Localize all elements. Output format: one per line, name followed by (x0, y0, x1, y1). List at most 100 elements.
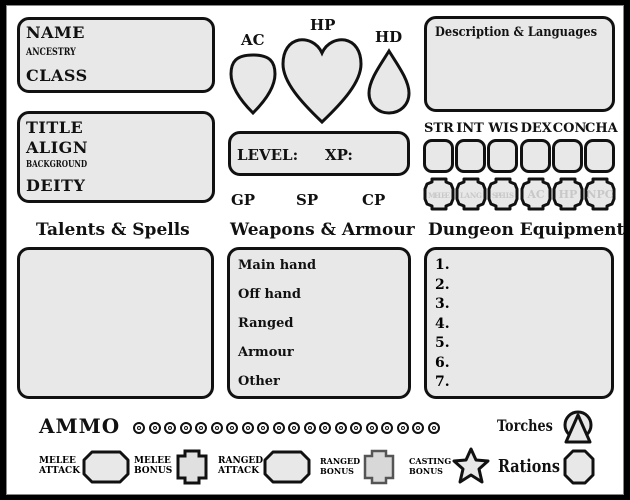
stat-score-dex[interactable] (519, 139, 551, 173)
stat-modifier-con[interactable]: HP (552, 177, 584, 211)
stat-score-str[interactable] (423, 139, 454, 173)
deity-label: DEITY (26, 176, 86, 195)
level-xp-box[interactable]: LEVEL: XP: (228, 131, 410, 176)
equipment-slot[interactable]: 1. (435, 256, 450, 276)
weapon-slot-main-hand[interactable]: Main hand (238, 258, 316, 273)
stat-modifier-hint: MELEE (428, 191, 450, 200)
stat-label-con: CON (552, 121, 587, 136)
equipment-title: Dungeon Equipment (428, 220, 625, 240)
stat-modifier-hint: HP (558, 188, 577, 201)
stat-modifier-str[interactable]: MELEE (423, 177, 455, 211)
background-label: BACKGROUND (26, 160, 88, 170)
ancestry-label: ANCESTRY (26, 47, 76, 58)
stat-modifier-hint: NPC (586, 188, 613, 201)
equipment-slot[interactable]: 4. (435, 315, 450, 335)
melee-attack-field[interactable] (82, 450, 130, 484)
ammo-circle[interactable] (179, 422, 192, 434)
ammo-circle[interactable] (288, 422, 300, 434)
ammo-circle[interactable] (195, 422, 207, 434)
hp-label: HP (310, 16, 336, 34)
ammo-circle[interactable] (350, 422, 362, 434)
stat-label-wis: WIS (488, 121, 519, 136)
ranged-bonus-label: RANGED BONUS (320, 456, 361, 476)
ranged-attack-label: RANGED ATTACK (218, 456, 264, 476)
name-label: NAME (26, 23, 85, 42)
weapon-slot-other[interactable]: Other (238, 374, 280, 389)
stat-modifier-hint: LANG (460, 191, 482, 200)
ammo-circle[interactable] (133, 422, 145, 434)
hp-heart-field[interactable] (281, 37, 363, 125)
melee-attack-label: MELEE ATTACK (39, 456, 81, 476)
stat-modifier-wis[interactable]: SPELLS (487, 177, 519, 211)
sp-label[interactable]: SP (296, 191, 318, 209)
ammo-circle[interactable] (319, 422, 331, 434)
talents-box[interactable] (17, 247, 214, 399)
ammo-circle[interactable] (334, 422, 347, 434)
stat-modifier-hint: AC (526, 188, 545, 201)
ammo-circle[interactable] (164, 422, 176, 434)
ammo-circle[interactable] (412, 422, 424, 434)
casting-bonus-star-field[interactable] (451, 446, 491, 486)
ammo-circle[interactable] (148, 422, 161, 434)
equipment-box[interactable]: 1. 2. 3. 4. 5. 6. 7. (424, 247, 614, 399)
ammo-circle[interactable] (210, 422, 223, 434)
ammo-circle[interactable] (396, 422, 409, 434)
equipment-slot[interactable]: 5. (435, 334, 450, 354)
weapon-slot-ranged[interactable]: Ranged (238, 316, 293, 331)
stat-modifier-cha[interactable]: NPC (584, 177, 616, 211)
equipment-slot[interactable]: 6. (435, 354, 450, 374)
talents-title: Talents & Spells (36, 220, 190, 240)
hd-drop-field[interactable] (366, 48, 412, 116)
ranged-attack-field[interactable] (263, 450, 311, 484)
ac-label: AC (241, 31, 265, 49)
weapons-title: Weapons & Armour (230, 220, 415, 240)
align-label: ALIGN (26, 138, 88, 157)
class-label: CLASS (26, 66, 88, 85)
ranged-bonus-field[interactable] (363, 449, 395, 485)
torches-label: Torches (497, 416, 553, 435)
gp-label[interactable]: GP (231, 191, 255, 209)
melee-bonus-field[interactable] (176, 449, 208, 485)
stat-modifier-hint: SPELLS (492, 191, 514, 200)
weapon-slot-armour[interactable]: Armour (238, 345, 294, 360)
ammo-label: AMMO (39, 414, 121, 438)
stat-label-str: STR (424, 121, 454, 136)
weapons-box[interactable]: Main hand Off hand Ranged Armour Other (227, 247, 411, 399)
stat-score-wis[interactable] (487, 139, 519, 173)
ammo-circle[interactable] (257, 422, 269, 434)
stat-modifier-dex[interactable]: AC (520, 177, 552, 211)
weapon-slot-off-hand[interactable]: Off hand (238, 287, 301, 302)
ammo-circle[interactable] (365, 422, 378, 434)
stat-modifier-int[interactable]: LANG (455, 177, 487, 211)
stat-score-con[interactable] (551, 139, 583, 173)
ammo-tracker (133, 419, 443, 438)
ac-shield-field[interactable] (228, 52, 278, 116)
stat-label-cha: CHA (585, 121, 618, 136)
torch-icon[interactable] (561, 409, 595, 445)
level-label: LEVEL: (237, 146, 299, 164)
melee-bonus-label: MELEE BONUS (134, 456, 173, 476)
description-title: Description & Languages (435, 25, 598, 40)
ammo-circle[interactable] (241, 422, 254, 434)
cp-label[interactable]: CP (362, 191, 385, 209)
ammo-circle[interactable] (381, 422, 393, 434)
stat-label-int: INT (456, 121, 484, 136)
equipment-slot[interactable]: 3. (435, 295, 450, 315)
description-box[interactable]: Description & Languages (424, 16, 615, 112)
xp-label: XP: (325, 146, 353, 164)
identity-box[interactable]: NAME ANCESTRY CLASS (17, 17, 215, 93)
ammo-circle[interactable] (303, 422, 316, 434)
title-label: TITLE (26, 118, 84, 137)
ammo-circle[interactable] (272, 422, 285, 434)
ration-octagon-field[interactable] (563, 449, 595, 485)
casting-bonus-label: CASTING BONUS (409, 456, 452, 476)
stat-score-int[interactable] (455, 139, 487, 173)
equipment-slot[interactable]: 7. (435, 373, 450, 393)
ammo-circle[interactable] (427, 422, 440, 434)
hd-label: HD (375, 28, 403, 46)
profile-box[interactable]: TITLE ALIGN BACKGROUND DEITY (17, 111, 215, 203)
stat-score-cha[interactable] (584, 139, 615, 173)
equipment-slot[interactable]: 2. (435, 276, 450, 296)
ammo-circle[interactable] (226, 422, 238, 434)
stat-label-dex: DEX (520, 121, 552, 136)
